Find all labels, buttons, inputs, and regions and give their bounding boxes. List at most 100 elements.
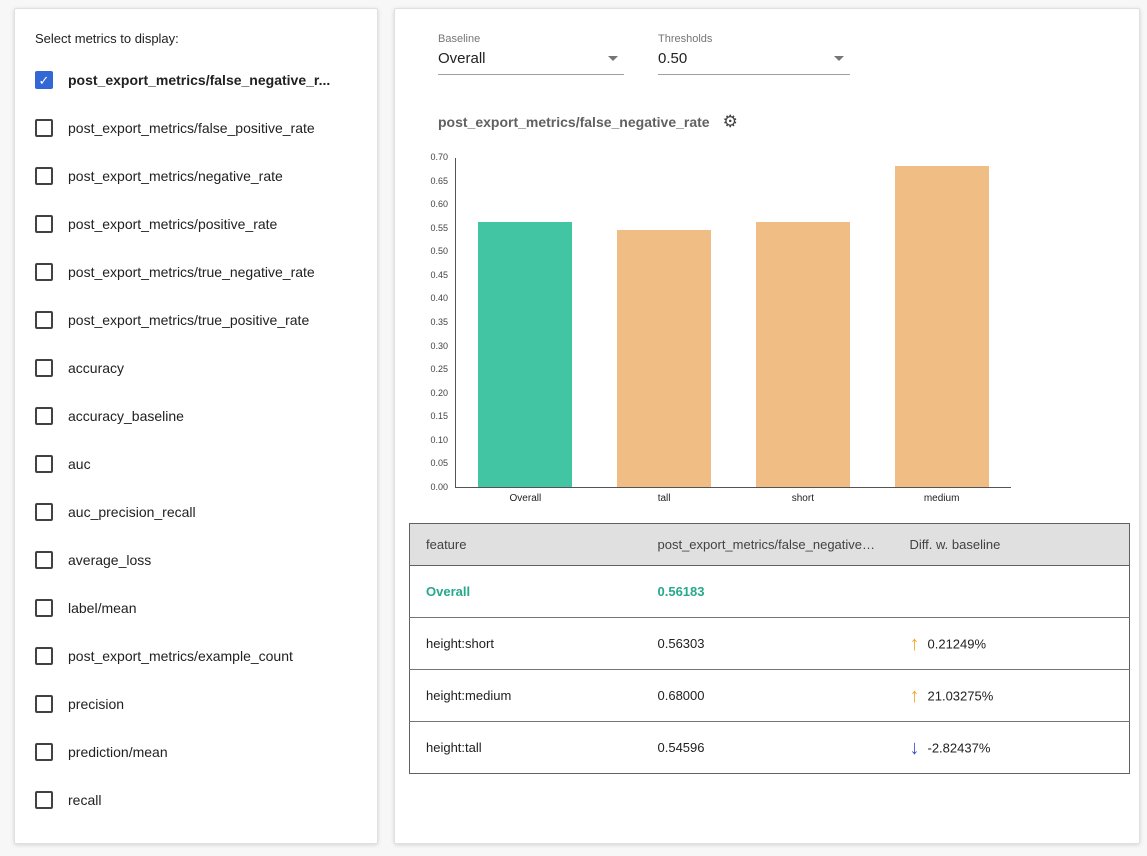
diff-value: 21.03275% [928, 688, 994, 703]
metric-label: auc [68, 456, 91, 472]
controls-bar: Baseline Overall Thresholds 0.50 [438, 33, 1127, 75]
metric-item-false-positive-rate[interactable]: post_export_metrics/false_positive_rate [35, 104, 357, 152]
y-axis-tick-label: 0.50 [430, 247, 448, 256]
plot-area: Overalltallshortmedium [455, 158, 1011, 488]
bar-overall[interactable] [478, 222, 572, 487]
checkbox-unchecked-icon[interactable] [35, 311, 53, 329]
metric-item-true-negative-rate[interactable]: post_export_metrics/true_negative_rate [35, 248, 357, 296]
bar-medium[interactable] [895, 166, 989, 487]
metric-item-recall[interactable]: recall [35, 776, 357, 824]
metric-label: recall [68, 792, 101, 808]
y-axis-tick-label: 0.10 [430, 436, 448, 445]
value-cell: 0.56303 [642, 618, 894, 670]
thresholds-label: Thresholds [658, 33, 850, 45]
y-axis-tick-label: 0.35 [430, 318, 448, 327]
table-header-row: feature post_export_metrics/false_negati… [410, 524, 1130, 566]
checkbox-checked-icon[interactable] [35, 71, 53, 89]
checkbox-unchecked-icon[interactable] [35, 455, 53, 473]
metric-panel-title: Select metrics to display: [35, 31, 357, 46]
dropdown-arrow-icon [608, 56, 618, 61]
checkbox-unchecked-icon[interactable] [35, 743, 53, 761]
bar-slot-short: short [734, 158, 873, 487]
checkbox-unchecked-icon[interactable] [35, 695, 53, 713]
diff-cell: ↓-2.82437% [894, 722, 1130, 774]
checkbox-unchecked-icon[interactable] [35, 407, 53, 425]
metric-label: post_export_metrics/positive_rate [68, 216, 277, 232]
value-cell: 0.56183 [642, 566, 894, 618]
x-axis-label: medium [872, 493, 1011, 504]
metric-label: precision [68, 696, 124, 712]
thresholds-select-box[interactable]: 0.50 [658, 50, 850, 75]
metric-item-average-loss[interactable]: average_loss [35, 536, 357, 584]
metric-label: post_export_metrics/example_count [68, 648, 293, 664]
metric-item-precision[interactable]: precision [35, 680, 357, 728]
metric-item-accuracy-baseline[interactable]: accuracy_baseline [35, 392, 357, 440]
feature-cell: height:short [410, 618, 642, 670]
y-axis-tick-label: 0.20 [430, 389, 448, 398]
baseline-value: Overall [438, 50, 486, 67]
y-axis-tick-label: 0.60 [430, 200, 448, 209]
checkbox-unchecked-icon[interactable] [35, 551, 53, 569]
results-panel: Baseline Overall Thresholds 0.50 post_ex… [394, 8, 1140, 844]
thresholds-select[interactable]: Thresholds 0.50 [658, 33, 850, 75]
metric-selection-panel: Select metrics to display: post_export_m… [14, 8, 378, 844]
checkbox-unchecked-icon[interactable] [35, 599, 53, 617]
table-row-height-tall: height:tall 0.54596 ↓-2.82437% [410, 722, 1130, 774]
metric-label: accuracy [68, 360, 124, 376]
arrow-up-icon: ↑ [910, 633, 920, 655]
diff-value: -2.82437% [928, 740, 991, 755]
metric-item-positive-rate[interactable]: post_export_metrics/positive_rate [35, 200, 357, 248]
thresholds-value: 0.50 [658, 50, 687, 67]
diff-value: 0.21249% [928, 636, 987, 651]
checkbox-unchecked-icon[interactable] [35, 359, 53, 377]
column-header-feature: feature [410, 524, 642, 566]
feature-cell: height:medium [410, 670, 642, 722]
metric-label: post_export_metrics/true_negative_rate [68, 264, 315, 280]
metric-item-prediction-mean[interactable]: prediction/mean [35, 728, 357, 776]
y-axis-tick-label: 0.40 [430, 294, 448, 303]
gear-icon[interactable]: ⚙ [723, 113, 738, 130]
checkbox-unchecked-icon[interactable] [35, 791, 53, 809]
bar-short[interactable] [756, 222, 850, 487]
arrow-up-icon: ↑ [910, 685, 920, 707]
metric-item-true-positive-rate[interactable]: post_export_metrics/true_positive_rate [35, 296, 357, 344]
bar-chart: 0.000.050.100.150.200.250.300.350.400.45… [409, 158, 1127, 488]
y-axis-tick-label: 0.45 [430, 271, 448, 280]
y-axis-tick-label: 0.15 [430, 412, 448, 421]
metric-label: post_export_metrics/false_negative_r... [68, 72, 330, 88]
metric-label: accuracy_baseline [68, 408, 184, 424]
metric-item-negative-rate[interactable]: post_export_metrics/negative_rate [35, 152, 357, 200]
baseline-select[interactable]: Baseline Overall [438, 33, 624, 75]
diff-cell: ↑ 21.03275% [894, 670, 1130, 722]
metric-label: prediction/mean [68, 744, 168, 760]
checkbox-unchecked-icon[interactable] [35, 119, 53, 137]
metric-item-label-mean[interactable]: label/mean [35, 584, 357, 632]
checkbox-unchecked-icon[interactable] [35, 167, 53, 185]
y-axis-tick-label: 0.05 [430, 459, 448, 468]
table-row-height-short: height:short 0.56303 ↑ 0.21249% [410, 618, 1130, 670]
metric-item-auc[interactable]: auc [35, 440, 357, 488]
feature-cell: height:tall [410, 722, 642, 774]
baseline-select-box[interactable]: Overall [438, 50, 624, 75]
metric-item-auc-precision-recall[interactable]: auc_precision_recall [35, 488, 357, 536]
diff-cell: ↑ 0.21249% [894, 618, 1130, 670]
metric-label: average_loss [68, 552, 151, 568]
bar-tall[interactable] [617, 230, 711, 487]
y-axis-tick-label: 0.30 [430, 342, 448, 351]
metric-item-example-count[interactable]: post_export_metrics/example_count [35, 632, 357, 680]
checkbox-unchecked-icon[interactable] [35, 263, 53, 281]
y-axis-tick-label: 0.25 [430, 365, 448, 374]
checkbox-unchecked-icon[interactable] [35, 215, 53, 233]
metric-item-false-negative-rate[interactable]: post_export_metrics/false_negative_r... [35, 56, 357, 104]
checkbox-unchecked-icon[interactable] [35, 647, 53, 665]
metrics-table: feature post_export_metrics/false_negati… [409, 523, 1130, 774]
x-axis-label: tall [595, 493, 734, 504]
metric-item-accuracy[interactable]: accuracy [35, 344, 357, 392]
y-axis-tick-label: 0.55 [430, 224, 448, 233]
value-cell: 0.54596 [642, 722, 894, 774]
checkbox-unchecked-icon[interactable] [35, 503, 53, 521]
table-row-overall: Overall 0.56183 [410, 566, 1130, 618]
table-row-height-medium: height:medium 0.68000 ↑ 21.03275% [410, 670, 1130, 722]
baseline-label: Baseline [438, 33, 624, 45]
value-cell: 0.68000 [642, 670, 894, 722]
